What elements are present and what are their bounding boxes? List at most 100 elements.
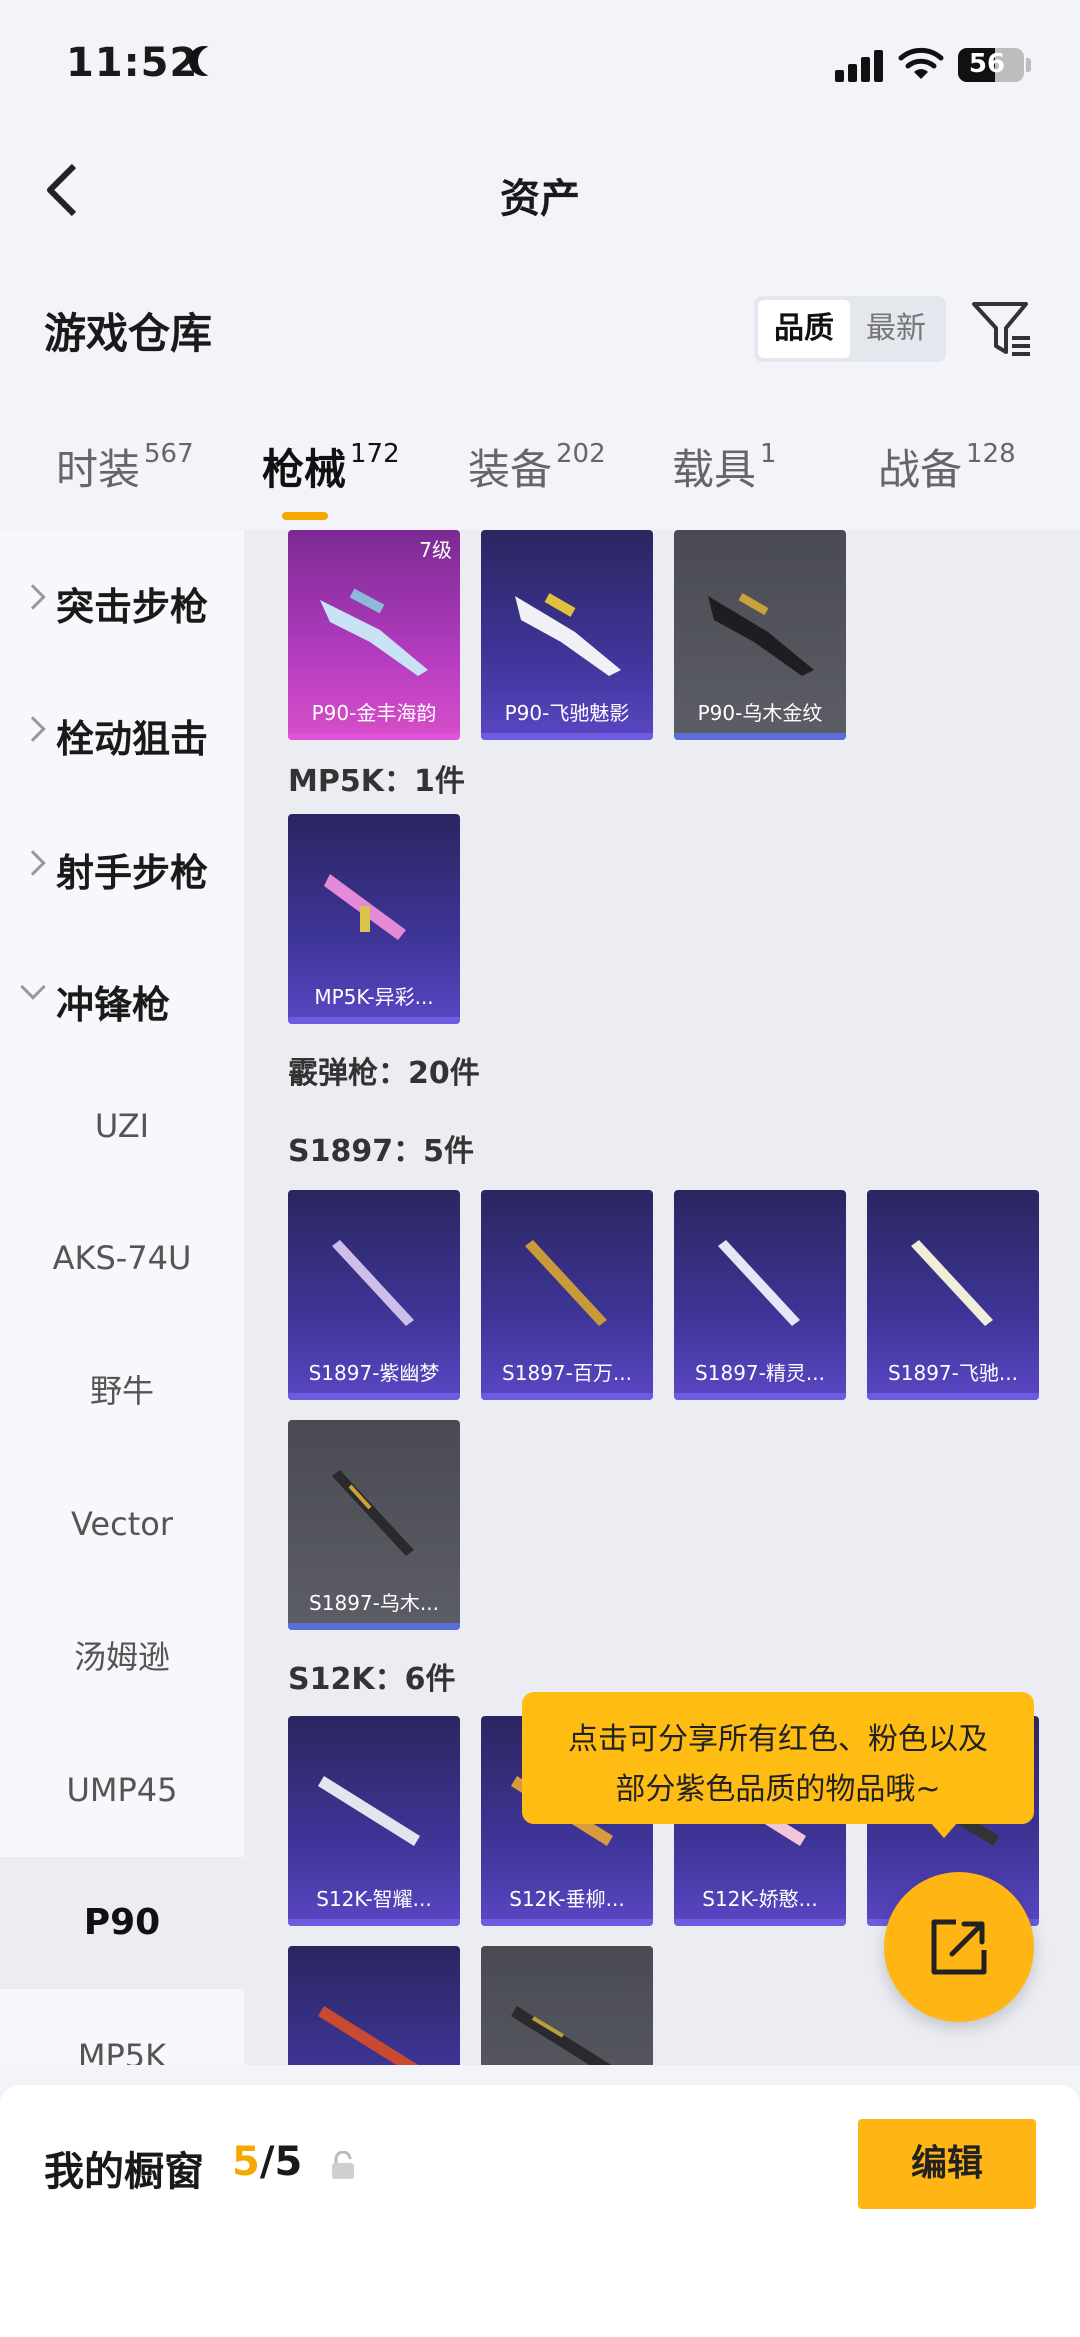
tooltip-line-1: 点击可分享所有红色、粉色以及 [568, 1722, 988, 1757]
quality-bar [674, 1919, 846, 1926]
sidebar-item-label: 突击步枪 [56, 585, 209, 629]
tab-supplies[interactable]: 战备 128 [878, 436, 1016, 497]
sidebar-item-smg[interactable]: 冲锋枪 [0, 968, 244, 1028]
smg-icon [515, 593, 621, 676]
shotgun-icon [718, 1240, 800, 1326]
chevron-down-icon [20, 974, 46, 1000]
status-time: 11:52 [66, 40, 199, 86]
tab-label: 时装 [56, 445, 141, 494]
item-card[interactable]: S1897-乌木... [288, 1420, 460, 1630]
battery-tip [1026, 58, 1031, 72]
sidebar-subitem-aks74u[interactable]: AKS-74U [0, 1192, 244, 1324]
shotgun-icon [911, 1240, 993, 1326]
item-card[interactable]: S1897-紫幽梦 [288, 1190, 460, 1400]
smg-icon [320, 588, 428, 676]
quality-bar [481, 1919, 653, 1926]
sidebar-item-label: 射手步枪 [56, 851, 209, 895]
group-label-s1897: S1897：5件 [288, 1134, 474, 1169]
tab-count: 202 [556, 439, 606, 469]
shotgun-icon [318, 2006, 419, 2065]
sidebar-item-label: 栓动狙击 [56, 717, 209, 761]
quality-bar [674, 733, 846, 740]
tab-vehicles[interactable]: 载具 1 [672, 436, 777, 497]
item-card[interactable]: 7级 P90-金丰海韵 [288, 530, 460, 740]
quality-bar [867, 1393, 1039, 1400]
showcase-count: 5/5 [232, 2139, 302, 2185]
item-name: S12K-垂柳... [509, 1887, 625, 1911]
nav-bar: 资产 [0, 130, 1080, 250]
showcase-total: /5 [259, 2139, 303, 2185]
sidebar-item-assault-rifle[interactable]: 突击步枪 [0, 570, 244, 630]
sidebar-subitem-mp5k[interactable]: MP5K [0, 1990, 244, 2065]
chevron-right-icon [20, 716, 46, 742]
item-card[interactable] [288, 1946, 460, 2065]
item-card[interactable]: P90-飞驰魅影 [481, 530, 653, 740]
tab-firearms[interactable]: 枪械 172 [262, 436, 400, 497]
chevron-right-icon [20, 584, 46, 610]
group-label-s12k: S12K：6件 [288, 1662, 456, 1697]
sort-toggle: 品质 最新 [754, 296, 946, 362]
share-button[interactable] [884, 1872, 1034, 2022]
quality-bar [674, 1393, 846, 1400]
shotgun-icon [332, 1470, 414, 1556]
tab-count: 567 [144, 439, 194, 469]
item-name: S1897-飞驰... [888, 1361, 1018, 1385]
sidebar-subitem-ump45[interactable]: UMP45 [0, 1724, 244, 1856]
tab-label: 战备 [878, 445, 963, 494]
item-name: MP5K-异彩... [314, 985, 434, 1009]
item-card[interactable]: MP5K-异彩... [288, 814, 460, 1024]
tab-count: 1 [760, 439, 777, 469]
edit-button[interactable]: 编辑 [858, 2119, 1036, 2209]
tooltip-line-2: 部分紫色品质的物品哦~ [615, 1772, 941, 1807]
item-name: P90-乌木金纹 [697, 701, 823, 725]
item-name: S1897-乌木... [309, 1591, 439, 1615]
item-card[interactable]: S1897-精灵... [674, 1190, 846, 1400]
shotgun-icon [318, 1776, 420, 1846]
item-name: S1897-紫幽梦 [308, 1361, 440, 1385]
sidebar-item-bolt-sniper[interactable]: 栓动狙击 [0, 702, 244, 762]
item-name: P90-金丰海韵 [311, 701, 437, 725]
quality-bar [288, 733, 460, 740]
sort-by-newest[interactable]: 最新 [850, 300, 942, 358]
category-tabs: 时装 567 枪械 172 装备 202 载具 1 战备 128 [0, 420, 1080, 530]
sidebar-subitem-p90[interactable]: P90 [0, 1857, 244, 1989]
sidebar-subitem-bizon[interactable]: 野牛 [0, 1325, 244, 1457]
bottom-bar: 我的橱窗 5/5 编辑 [0, 2085, 1080, 2337]
quality-bar [288, 1393, 460, 1400]
item-card[interactable]: S12K-智耀... [288, 1716, 460, 1926]
showcase-current: 5 [232, 2139, 260, 2185]
group-label-mp5k: MP5K：1件 [288, 764, 465, 799]
active-tab-indicator [282, 512, 328, 520]
shotgun-icon [332, 1240, 414, 1326]
moon-icon [198, 46, 228, 76]
smg-icon [708, 593, 814, 676]
item-name: S1897-百万... [502, 1361, 632, 1385]
item-card[interactable]: S1897-百万... [481, 1190, 653, 1400]
wifi-icon [898, 47, 944, 79]
item-card[interactable]: P90-乌木金纹 [674, 530, 846, 740]
filter-icon[interactable] [970, 298, 1034, 360]
shotgun-icon [525, 1240, 607, 1326]
group-label-shotgun: 霰弹枪：20件 [288, 1056, 480, 1091]
item-name: S1897-精灵... [695, 1361, 825, 1385]
tab-equipment[interactable]: 装备 202 [468, 436, 606, 497]
sidebar-item-label: 冲锋枪 [56, 983, 171, 1027]
sidebar-subitem-uzi[interactable]: UZI [0, 1060, 244, 1192]
sidebar-item-marksman-rifle[interactable]: 射手步枪 [0, 836, 244, 896]
quality-bar [288, 1017, 460, 1024]
item-card[interactable]: S1897-飞驰... [867, 1190, 1039, 1400]
tab-label: 载具 [672, 445, 757, 494]
tab-label: 枪械 [262, 445, 347, 494]
showcase-label: 我的橱窗 [44, 2149, 204, 2195]
item-name: S12K-智耀... [316, 1887, 432, 1911]
sort-by-quality[interactable]: 品质 [758, 300, 850, 358]
smg-icon [324, 874, 406, 940]
item-card[interactable] [481, 1946, 653, 2065]
sidebar-subitem-vector[interactable]: Vector [0, 1458, 244, 1590]
tab-label: 装备 [468, 445, 553, 494]
sidebar-subitem-thompson[interactable]: 汤姆逊 [0, 1591, 244, 1723]
tab-fashion[interactable]: 时装 567 [56, 436, 194, 497]
lock-icon [332, 2151, 354, 2179]
battery-icon: 56 [958, 48, 1024, 82]
page-title: 资产 [500, 176, 580, 222]
